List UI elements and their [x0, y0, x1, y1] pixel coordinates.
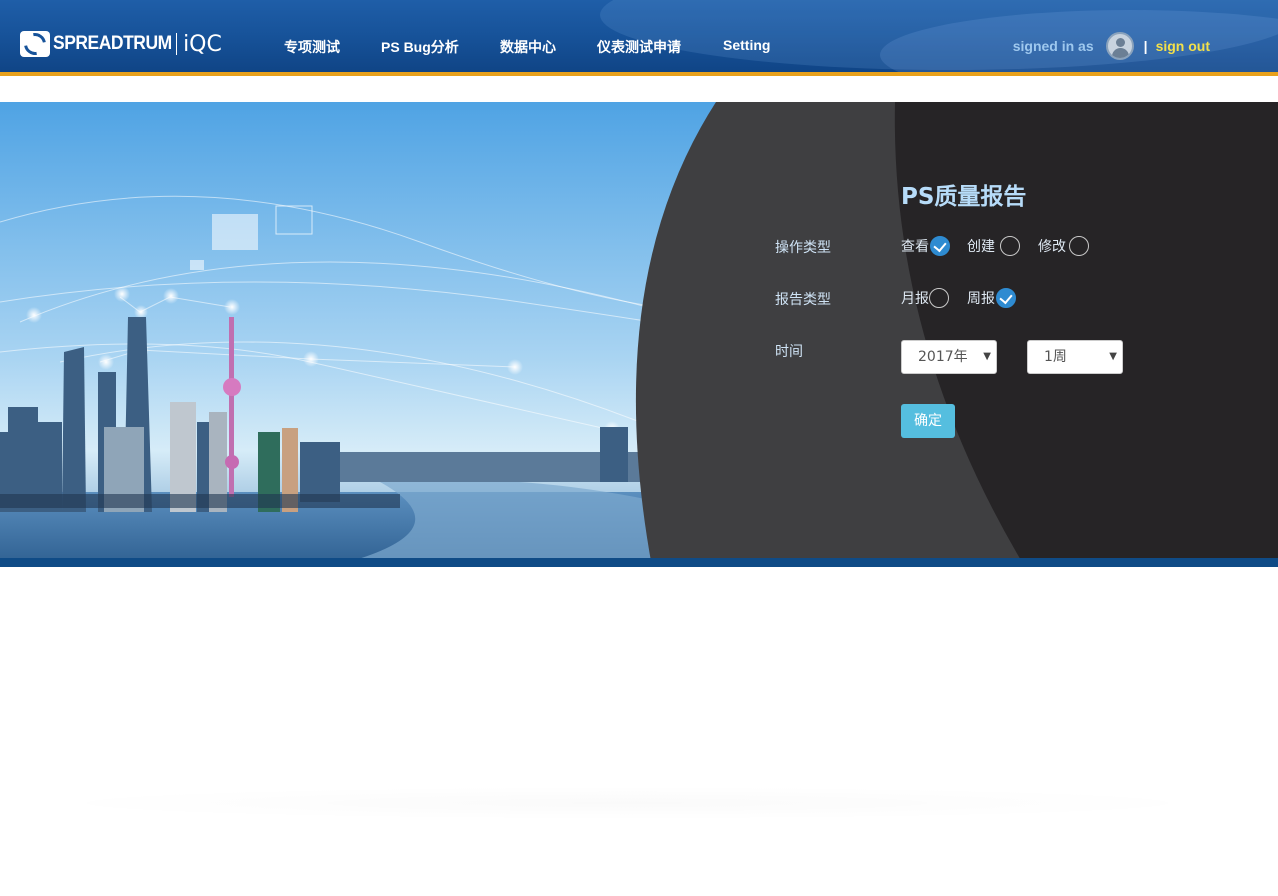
option-label: 月报 — [901, 291, 929, 307]
report-type-label: 报告类型 — [775, 292, 831, 308]
option-label: 周报 — [967, 291, 995, 307]
user-area: signed in as | sign out — [1013, 32, 1210, 60]
hero-banner — [0, 102, 1278, 567]
sign-out-link[interactable]: sign out — [1156, 38, 1210, 54]
top-navigation-bar: SPREADTRUM iQC 专项测试 PS Bug分析 数据中心 仪表测试申请… — [0, 0, 1278, 76]
banner-bottom-stripe — [0, 558, 1278, 567]
week-select-value: 1周 — [1044, 349, 1067, 365]
nav-data-center[interactable]: 数据中心 — [500, 37, 556, 57]
triangle-down-icon: ▼ — [1109, 351, 1117, 362]
nav-special-test[interactable]: 专项测试 — [284, 37, 340, 57]
nav-instrument-test-request[interactable]: 仪表测试申请 — [597, 37, 681, 57]
operation-option-modify[interactable]: 修改 — [1038, 236, 1089, 256]
logo-wordmark: SPREADTRUM — [53, 33, 172, 54]
spreadtrum-logo-icon — [19, 28, 51, 60]
confirm-button[interactable]: 确定 — [901, 404, 955, 438]
time-label: 时间 — [775, 344, 803, 360]
form-title: PS质量报告 — [901, 184, 1027, 210]
operation-option-create[interactable]: 创建 — [967, 236, 1020, 256]
logo-product-name: iQC — [183, 31, 222, 57]
footer-shadow — [20, 786, 1235, 820]
logo-divider — [176, 33, 178, 55]
week-select[interactable]: 1周 ▼ — [1027, 340, 1123, 374]
option-label: 查看 — [901, 239, 929, 255]
option-label: 创建 — [967, 239, 995, 255]
radio-circle-icon[interactable] — [929, 288, 949, 308]
user-separator: | — [1143, 38, 1148, 54]
radio-circle-icon[interactable] — [1069, 236, 1089, 256]
operation-option-view[interactable]: 查看 — [901, 236, 950, 256]
city-skyline-image — [0, 102, 1278, 567]
report-option-monthly[interactable]: 月报 — [901, 288, 949, 308]
operation-type-label: 操作类型 — [775, 240, 831, 256]
year-select-value: 2017年 — [918, 349, 968, 365]
check-icon[interactable] — [930, 236, 950, 256]
user-avatar-icon[interactable] — [1105, 32, 1134, 60]
nav-setting[interactable]: Setting — [723, 37, 770, 53]
nav-ps-bug-analysis[interactable]: PS Bug分析 — [381, 37, 459, 57]
option-label: 修改 — [1038, 239, 1066, 255]
signed-in-label: signed in as — [1012, 38, 1094, 54]
radio-circle-icon[interactable] — [1000, 236, 1020, 256]
check-icon[interactable] — [996, 288, 1016, 308]
brand-logo[interactable]: SPREADTRUM iQC — [19, 28, 222, 60]
report-option-weekly[interactable]: 周报 — [967, 288, 1016, 308]
year-select[interactable]: 2017年 ▼ — [901, 340, 997, 374]
header-accent-line — [0, 72, 1278, 76]
triangle-down-icon: ▼ — [983, 351, 991, 362]
